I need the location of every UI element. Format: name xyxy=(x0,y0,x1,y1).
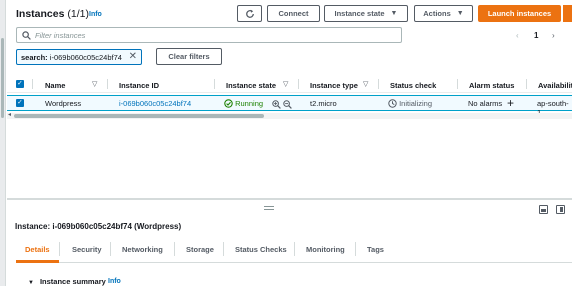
launch-instances-button[interactable]: Launch instances xyxy=(478,5,561,22)
row-checkbox[interactable]: ✓ xyxy=(16,99,24,107)
zoom-out-icon[interactable] xyxy=(283,100,292,109)
column-instance-state[interactable]: Instance state xyxy=(226,81,276,90)
tab-separator xyxy=(294,242,295,256)
caret-down-icon: ▼ xyxy=(28,280,34,286)
close-icon[interactable]: ✕ xyxy=(129,51,137,62)
page-title: Instances (1/1) xyxy=(16,8,89,20)
column-separator xyxy=(526,79,527,89)
instance-count: (1/1) xyxy=(67,8,89,20)
instance-name: Wordpress xyxy=(45,99,82,108)
column-separator xyxy=(107,79,108,89)
table-header: ✓ Name ▽ Instance ID Instance state ▽ In… xyxy=(7,75,572,93)
resize-handle-icon[interactable] xyxy=(264,206,274,210)
actions-label: Actions xyxy=(423,9,451,18)
column-availability-zone[interactable]: Availabilit xyxy=(538,81,572,90)
left-scroll-thumb[interactable] xyxy=(1,38,4,118)
in-progress-icon xyxy=(388,99,397,108)
filter-token-key: search: xyxy=(21,52,48,62)
page-number[interactable]: 1 xyxy=(534,31,538,40)
status-check-cell: Initializing xyxy=(388,99,432,108)
refresh-icon xyxy=(245,9,254,18)
filter-icon[interactable]: ▽ xyxy=(363,80,368,88)
zoom-in-icon[interactable] xyxy=(272,100,281,109)
column-instance-id[interactable]: Instance ID xyxy=(119,81,159,90)
column-separator xyxy=(32,79,33,89)
info-link[interactable]: Info xyxy=(89,11,102,18)
tab-separator xyxy=(223,242,224,256)
instance-summary-toggle[interactable]: ▼ Instance summary xyxy=(28,277,106,286)
column-separator xyxy=(457,79,458,89)
title-text: Instances xyxy=(16,8,65,20)
details-tabs: Details Security Networking Storage Stat… xyxy=(16,237,572,263)
connect-button[interactable]: Connect xyxy=(267,5,320,22)
launch-instances-menu-button[interactable] xyxy=(562,5,572,22)
summary-info-link[interactable]: Info xyxy=(108,278,121,285)
horizontal-scrollbar[interactable]: ◂ xyxy=(7,111,572,119)
tab-separator xyxy=(174,242,175,256)
left-scrollbar[interactable] xyxy=(0,0,6,286)
filter-icon[interactable]: ▽ xyxy=(283,80,288,88)
table-row[interactable]: ✓ Wordpress i-069b060c05c24bf74 Running … xyxy=(7,95,572,117)
previous-page-button[interactable]: ‹ xyxy=(516,31,519,40)
horizontal-scroll-thumb[interactable] xyxy=(14,114,264,118)
column-name[interactable]: Name xyxy=(45,81,65,90)
panel-side-icon[interactable] xyxy=(556,205,565,214)
instance-type-value: t2.micro xyxy=(310,99,337,108)
tab-separator xyxy=(59,242,60,256)
filter-icon[interactable]: ▽ xyxy=(92,80,97,88)
check-circle-icon xyxy=(224,99,233,108)
instance-summary-label: Instance summary xyxy=(39,277,106,286)
instance-state-label: Instance state xyxy=(334,9,385,18)
search-icon xyxy=(22,31,31,40)
select-all-checkbox[interactable]: ✓ xyxy=(16,80,24,88)
status-check-value: Initializing xyxy=(399,99,433,108)
tab-status-checks[interactable]: Status Checks xyxy=(235,245,287,254)
split-panel-divider[interactable] xyxy=(7,198,572,200)
column-alarm-status[interactable]: Alarm status xyxy=(469,81,514,90)
running-status: Running xyxy=(224,99,263,108)
filter-token: search: i-069b060c05c24bf74 ✕ xyxy=(16,49,142,65)
tab-separator xyxy=(110,242,111,256)
alarm-status-value: No alarms xyxy=(468,99,503,108)
caret-down-icon: ▼ xyxy=(456,10,464,17)
filter-placeholder: Filter instances xyxy=(35,31,86,40)
tab-monitoring[interactable]: Monitoring xyxy=(306,245,345,254)
caret-down-icon: ▼ xyxy=(390,10,398,17)
add-alarm-icon[interactable]: + xyxy=(507,96,514,110)
actions-dropdown[interactable]: Actions ▼ xyxy=(414,5,473,22)
instance-state-dropdown[interactable]: Instance state ▼ xyxy=(324,5,408,22)
tab-networking[interactable]: Networking xyxy=(122,245,163,254)
filter-token-value: i-069b060c05c24bf74 xyxy=(49,52,122,62)
column-separator xyxy=(298,79,299,89)
column-instance-type[interactable]: Instance type xyxy=(310,81,358,90)
filter-instances-input[interactable]: Filter instances xyxy=(16,27,402,43)
column-separator xyxy=(214,79,215,89)
instance-state-value: Running xyxy=(235,99,264,108)
tab-details[interactable]: Details xyxy=(25,245,50,254)
active-tab-indicator xyxy=(16,260,59,263)
column-separator xyxy=(378,79,379,89)
column-status-check[interactable]: Status check xyxy=(390,81,436,90)
panel-bottom-icon[interactable] xyxy=(539,205,548,214)
clear-filters-button[interactable]: Clear filters xyxy=(156,48,222,65)
instance-id-link[interactable]: i-069b060c05c24bf74 xyxy=(119,99,191,108)
instance-details-title: Instance: i-069b060c05c24bf74 (Wordpress… xyxy=(15,222,182,231)
next-page-button[interactable]: › xyxy=(552,31,555,40)
tab-separator xyxy=(355,242,356,256)
scroll-left-icon[interactable]: ◂ xyxy=(8,111,11,118)
refresh-button[interactable] xyxy=(237,5,262,22)
tab-storage[interactable]: Storage xyxy=(186,245,214,254)
tab-security[interactable]: Security xyxy=(72,245,102,254)
tab-tags[interactable]: Tags xyxy=(367,245,384,254)
